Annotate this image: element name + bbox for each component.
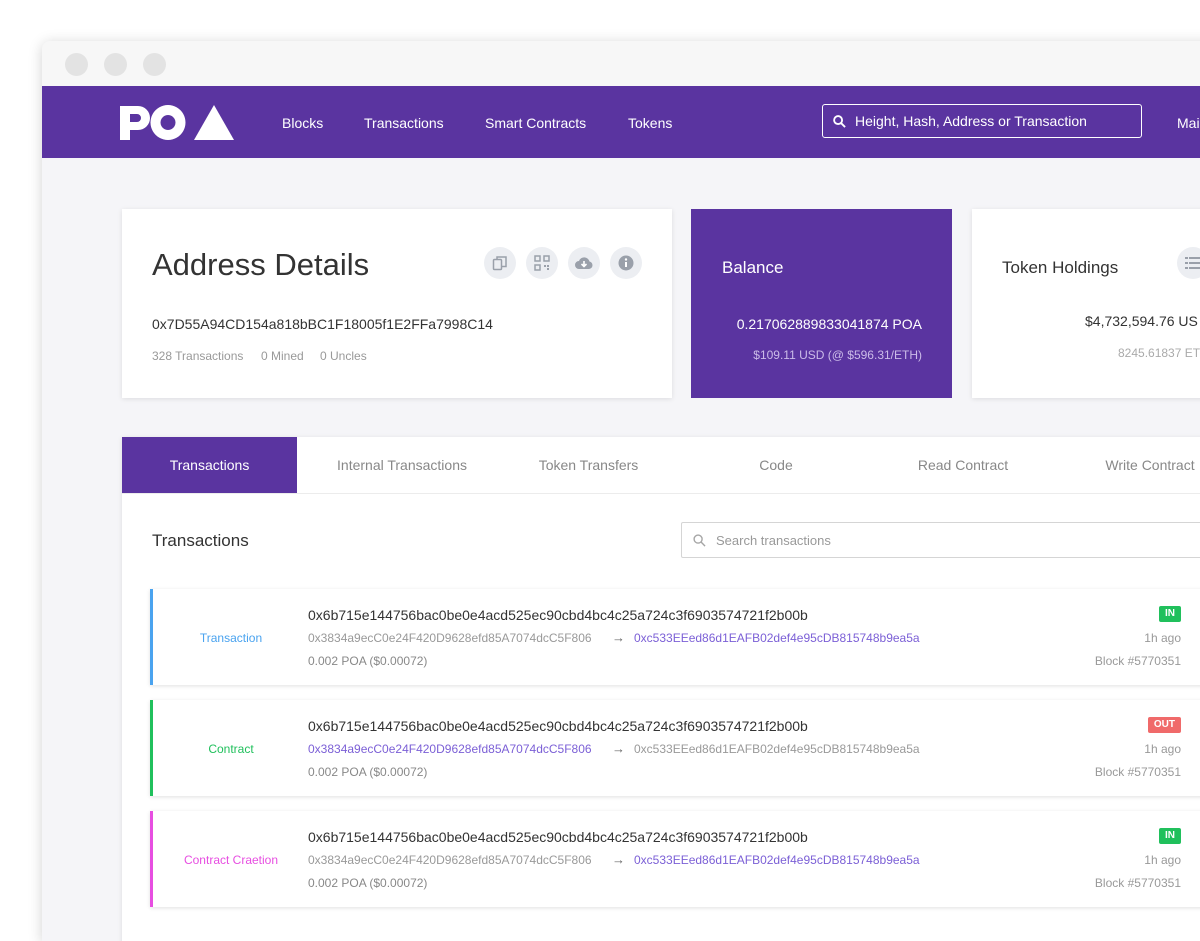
transaction-type: Contract Craetion (183, 853, 279, 867)
transaction-time: 1h ago (1144, 742, 1181, 756)
transaction-direction-badge: IN (1159, 606, 1181, 622)
address-details-title: Address Details (152, 247, 370, 282)
transaction-to-address[interactable]: 0xc533EEed86d1EAFB02def4e95cDB815748b9ea… (634, 853, 920, 867)
transaction-direction-badge: IN (1159, 828, 1181, 844)
token-holdings-title: Token Holdings (1002, 258, 1119, 277)
window-maximize-dot[interactable] (143, 53, 166, 76)
nav-transactions[interactable]: Transactions (364, 115, 444, 131)
transaction-row[interactable]: Contract 0x6b715e144756bac0be0e4acd525ec9… (150, 700, 1200, 796)
uncles-count: 0 Uncles (320, 349, 367, 363)
transaction-to-address[interactable]: 0xc533EEed86d1EAFB02def4e95cDB815748b9ea… (634, 631, 920, 645)
address-details-card: Address Details 0x7D55A94CD154a818bBC1F1… (122, 209, 672, 398)
info-button[interactable] (610, 247, 642, 279)
arrow-right-icon: → (612, 630, 625, 645)
arrow-right-icon: → (612, 852, 625, 867)
tab-token-transfers[interactable]: Token Transfers (507, 437, 670, 493)
global-search (822, 104, 1142, 138)
tab-code[interactable]: Code (670, 437, 882, 493)
nav-smart-contracts[interactable]: Smart Contracts (485, 115, 586, 131)
poa-logo[interactable] (120, 104, 234, 142)
transaction-block-link[interactable]: Block #5770351 (1095, 765, 1181, 779)
list-icon (1185, 257, 1200, 269)
transaction-block-link[interactable]: Block #5770351 (1095, 654, 1181, 668)
address-tabs-panel: Transactions Internal Transactions Token… (122, 437, 1200, 941)
transaction-direction-badge: OUT (1147, 717, 1181, 733)
transaction-row[interactable]: Transaction 0x6b715e144756bac0be0e4acd525… (150, 589, 1200, 685)
download-button[interactable] (568, 247, 600, 279)
transaction-block-link[interactable]: Block #5770351 (1095, 876, 1181, 890)
transaction-time: 1h ago (1144, 853, 1181, 867)
balance-usd: $109.11 USD (@ $596.31/ETH) (753, 348, 922, 362)
window-close-dot[interactable] (65, 53, 88, 76)
info-icon (618, 255, 634, 271)
balance-value: 0.217062889833041874 POA (736, 316, 922, 332)
transaction-amount: 0.002 POA ($0.00072) (308, 765, 428, 779)
nav-blocks[interactable]: Blocks (282, 115, 323, 131)
transactions-search (681, 522, 1200, 558)
transactions-search-input[interactable] (716, 523, 1200, 557)
token-holdings-eth: 8245.61837 ET (1118, 346, 1200, 360)
transaction-to-address[interactable]: 0xc533EEed86d1EAFB02def4e95cDB815748b9ea… (634, 742, 920, 756)
token-holdings-value: $4,732,594.76 US (1085, 313, 1198, 329)
cloud-download-icon (575, 257, 593, 269)
tab-read-contract[interactable]: Read Contract (882, 437, 1044, 493)
network-selector[interactable]: Mai (1177, 115, 1200, 131)
nav-tokens[interactable]: Tokens (628, 115, 672, 131)
token-list-button[interactable] (1177, 247, 1200, 279)
tab-transactions[interactable]: Transactions (122, 437, 297, 493)
token-holdings-card: Token Holdings $4,732,594.76 US 8245.618… (972, 209, 1200, 398)
transaction-amount: 0.002 POA ($0.00072) (308, 654, 428, 668)
copy-icon (492, 256, 507, 271)
tab-write-contract[interactable]: Write Contract (1044, 437, 1200, 493)
transaction-from-address[interactable]: 0x3834a9ecC0e24F420D9628efd85A7074dcC5F8… (308, 631, 592, 645)
transaction-from-address[interactable]: 0x3834a9ecC0e24F420D9628efd85A7074dcC5F8… (308, 853, 592, 867)
address-hash: 0x7D55A94CD154a818bBC1F18005f1E2FFa7998C… (152, 316, 493, 332)
transaction-hash-link[interactable]: 0x6b715e144756bac0be0e4acd525ec90cbd4bc4… (308, 829, 808, 845)
transaction-type: Transaction (199, 631, 263, 645)
browser-chrome (42, 41, 1200, 87)
global-search-input[interactable] (855, 105, 1135, 137)
transaction-hash-link[interactable]: 0x6b715e144756bac0be0e4acd525ec90cbd4bc4… (308, 607, 808, 623)
qr-code-button[interactable] (526, 247, 558, 279)
search-icon (693, 534, 706, 547)
transactions-section-title: Transactions (152, 531, 249, 550)
mined-count: 0 Mined (261, 349, 304, 363)
window-minimize-dot[interactable] (104, 53, 127, 76)
transactions-count: 328 Transactions (152, 349, 244, 363)
search-icon (833, 115, 846, 128)
qr-code-icon (534, 255, 550, 271)
tab-internal-transactions[interactable]: Internal Transactions (297, 437, 507, 493)
transaction-time: 1h ago (1144, 631, 1181, 645)
copy-address-button[interactable] (484, 247, 516, 279)
transaction-from-address[interactable]: 0x3834a9ecC0e24F420D9628efd85A7074dcC5F8… (308, 742, 592, 756)
transaction-type: Contract (208, 742, 254, 756)
balance-title: Balance (722, 258, 784, 277)
tab-bar: Transactions Internal Transactions Token… (122, 437, 1200, 494)
arrow-right-icon: → (612, 741, 625, 756)
top-navbar: Blocks Transactions Smart Contracts Toke… (42, 86, 1200, 158)
transaction-amount: 0.002 POA ($0.00072) (308, 876, 428, 890)
transaction-hash-link[interactable]: 0x6b715e144756bac0be0e4acd525ec90cbd4bc4… (308, 718, 808, 734)
transaction-row[interactable]: Contract Craetion 0x6b715e144756bac0be0e4… (150, 811, 1200, 907)
browser-window: Blocks Transactions Smart Contracts Toke… (42, 41, 1200, 941)
balance-card: Balance 0.217062889833041874 POA $109.11… (691, 209, 952, 398)
